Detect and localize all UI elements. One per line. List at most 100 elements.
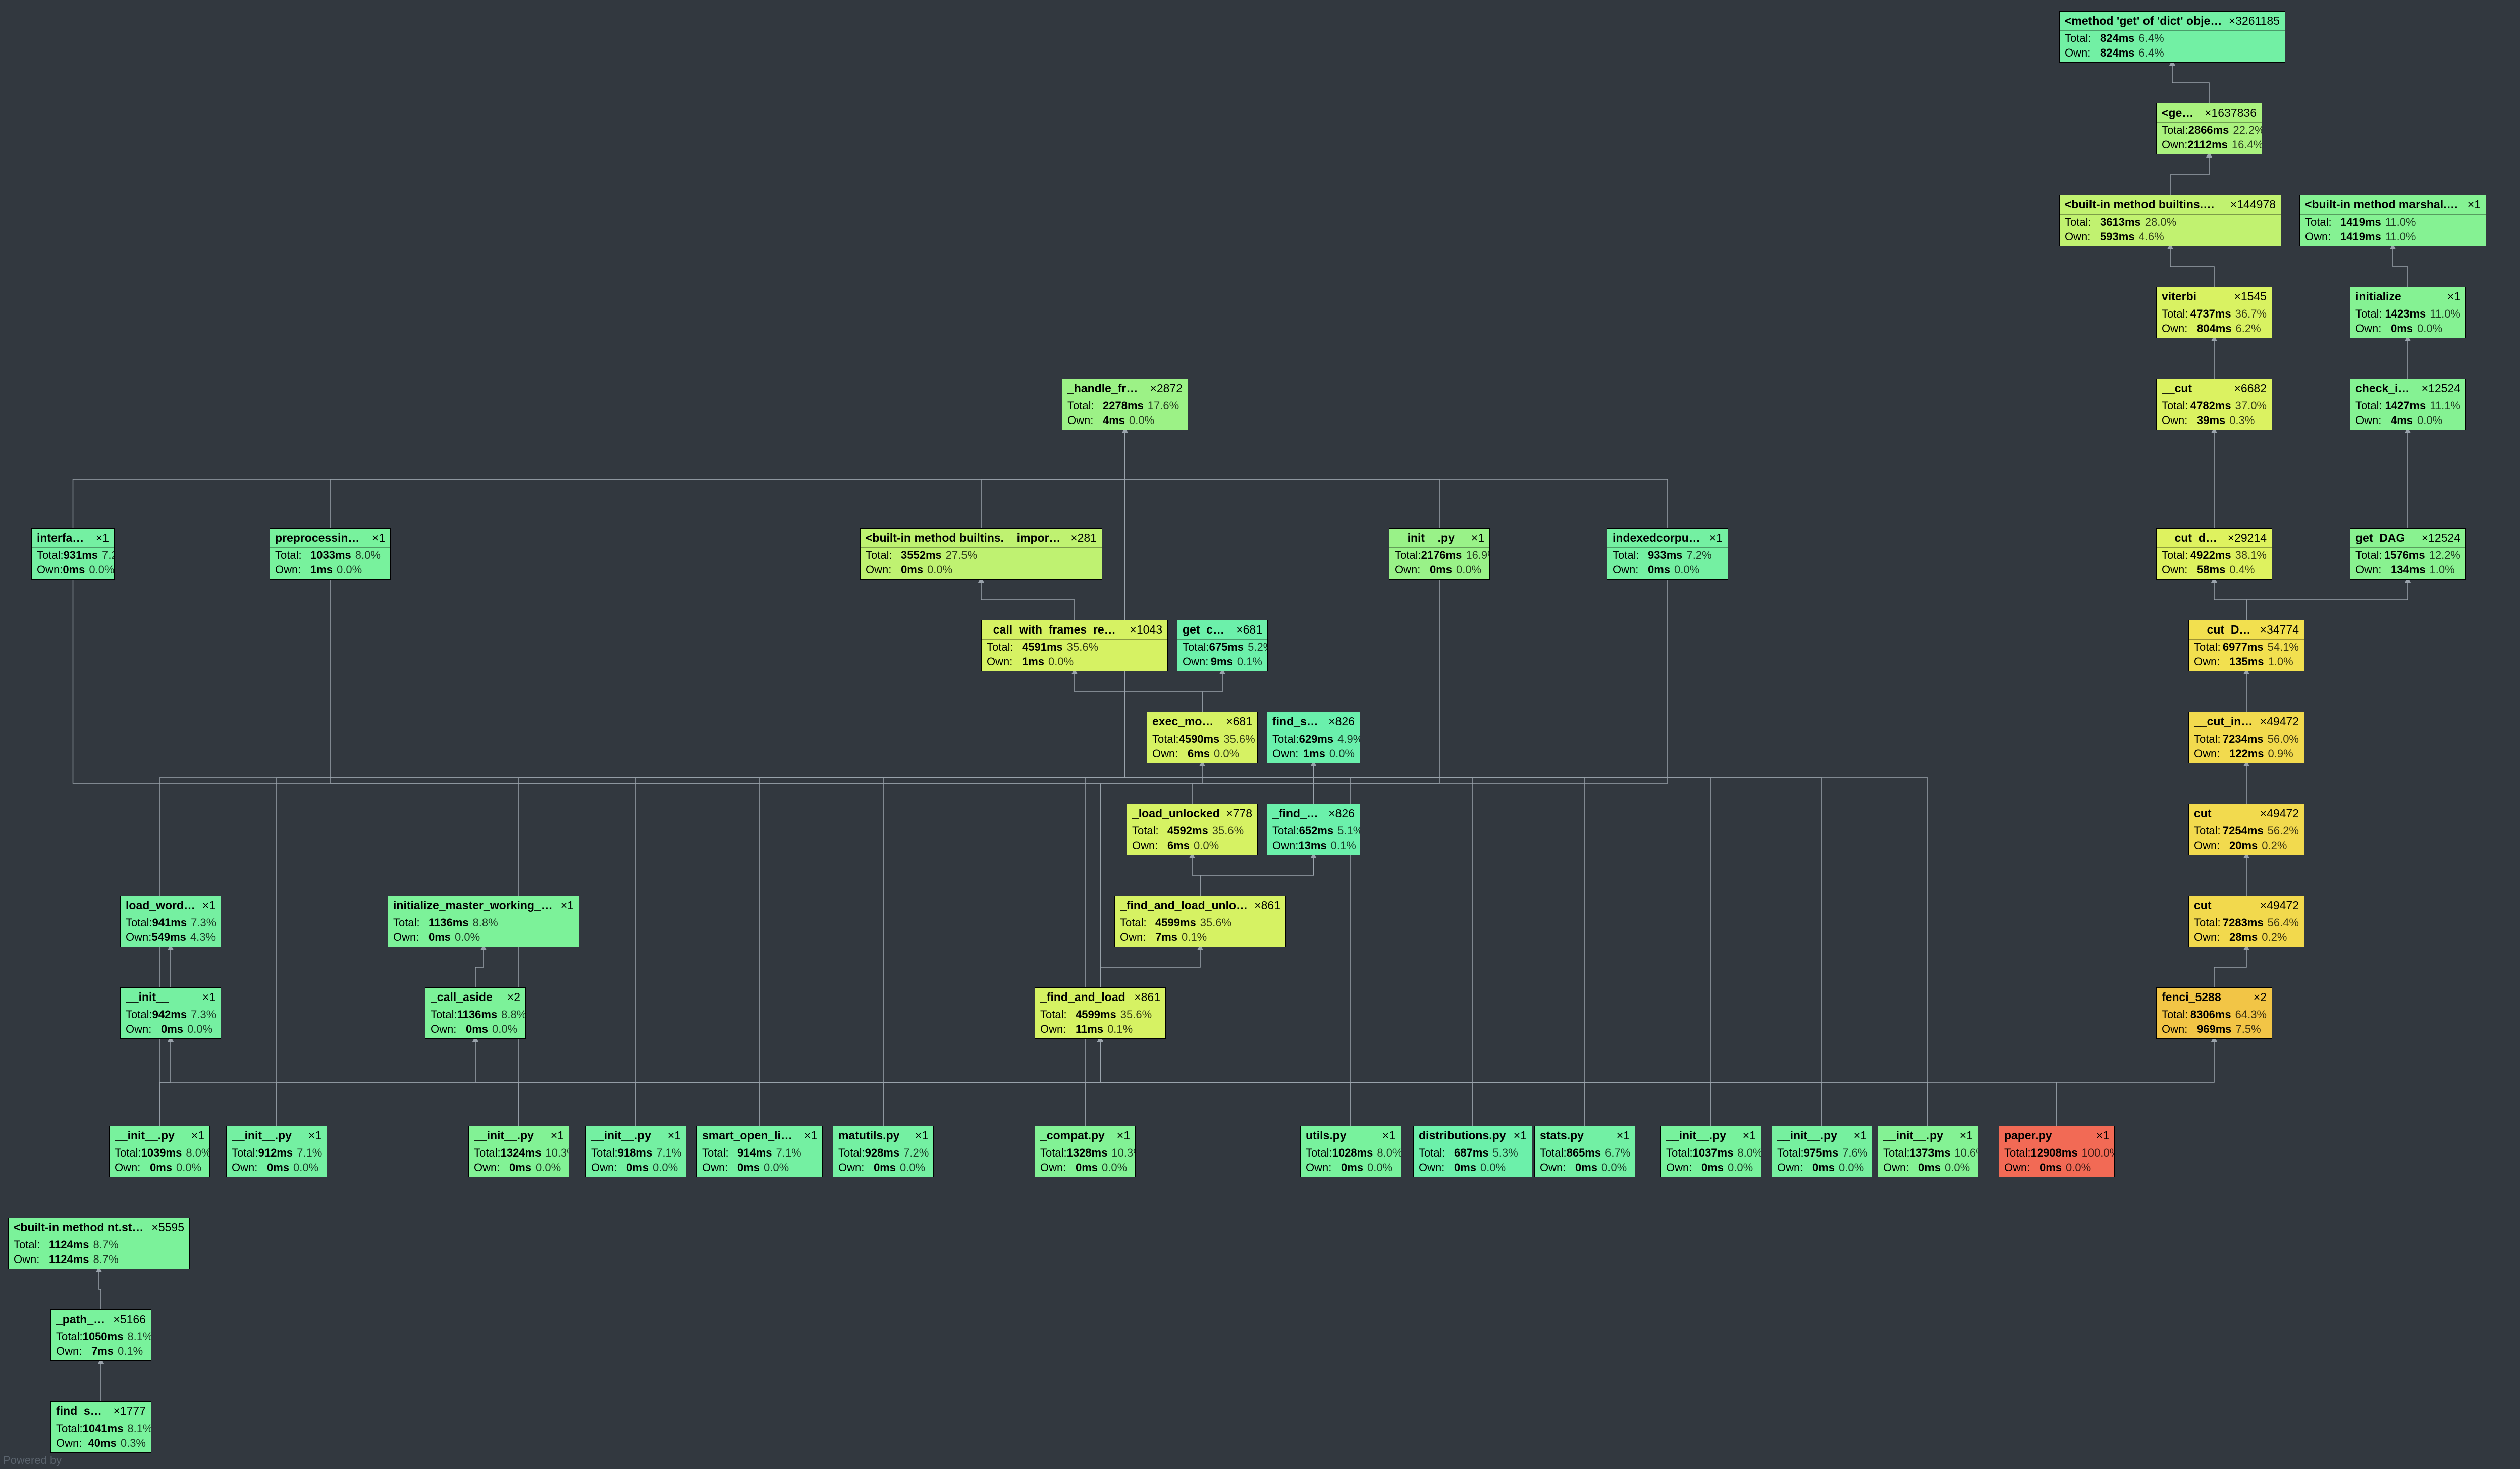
profiler-node[interactable]: load_word_tag×1Total:941ms7.3%Own:549ms4… xyxy=(120,896,221,947)
node-total-pct: 11.0% xyxy=(2385,215,2416,229)
node-call-count: ×144978 xyxy=(2230,197,2276,212)
profiler-node[interactable]: _call_aside×2Total:1136ms8.8%Own:0ms0.0% xyxy=(425,987,526,1039)
node-call-count: ×681 xyxy=(1236,622,1262,637)
node-total-pct: 100.0% xyxy=(2082,1146,2115,1160)
node-call-count: ×1 xyxy=(1117,1128,1130,1143)
node-total-pct: 7.2% xyxy=(1687,548,1712,562)
node-total-pct: 5.1% xyxy=(1337,824,1360,838)
call-edge xyxy=(760,1039,1100,1126)
profiler-node[interactable]: __cut_detail×29214Total:4922ms38.1%Own:5… xyxy=(2156,528,2272,580)
node-total-time: 4599ms xyxy=(1155,916,1196,930)
node-own-time: 4ms xyxy=(1103,413,1125,428)
node-total-pct: 7.2% xyxy=(102,548,115,562)
profiler-node[interactable]: <built-in method builtins.__import__>×28… xyxy=(860,528,1102,580)
profiler-node[interactable]: __cut×6682Total:4782ms37.0%Own:39ms0.3% xyxy=(2156,379,2272,430)
node-own-time: 58ms xyxy=(2197,563,2225,577)
profiler-node[interactable]: viterbi×1545Total:4737ms36.7%Own:804ms6.… xyxy=(2156,287,2272,338)
profiler-node[interactable]: initialize_master_working_set×1Total:113… xyxy=(388,896,579,947)
node-own-pct: 0.0% xyxy=(492,1022,517,1036)
profiler-node[interactable]: indexedcorpus.py×1Total:933ms7.2%Own:0ms… xyxy=(1607,528,1728,580)
node-own-time: 1ms xyxy=(310,563,333,577)
profiler-node[interactable]: _call_with_frames_removed×1043Total:4591… xyxy=(981,620,1168,671)
node-call-count: ×1 xyxy=(372,531,385,545)
node-own-pct: 4.3% xyxy=(190,930,216,945)
profiler-node[interactable]: __cut_DAG×34774Total:6977ms54.1%Own:135m… xyxy=(2188,620,2304,671)
node-own-pct: 0.0% xyxy=(337,563,362,577)
profiler-node[interactable]: _find_spec×826Total:652ms5.1%Own:13ms0.1… xyxy=(1267,804,1360,855)
profiler-node[interactable]: __init__.py×1Total:912ms7.1%Own:0ms0.0% xyxy=(226,1126,327,1177)
node-function-name: <built-in method marshal.load> xyxy=(2305,197,2461,212)
call-edge xyxy=(99,1269,101,1309)
node-total-pct: 22.2% xyxy=(2233,123,2262,137)
profiler-node[interactable]: interfaces.py×1Total:931ms7.2%Own:0ms0.0… xyxy=(31,528,115,580)
node-total-time: 4737ms xyxy=(2190,307,2231,321)
node-total-time: 1419ms xyxy=(2340,215,2381,229)
profiler-node[interactable]: <built-in method nt.stat>×5595Total:1124… xyxy=(8,1218,190,1269)
profiler-node[interactable]: _handle_fromlist×2872Total:2278ms17.6%Ow… xyxy=(1062,379,1188,430)
node-own-time: 39ms xyxy=(2197,413,2225,428)
profiler-node[interactable]: fenci_5288×2Total:8306ms64.3%Own:969ms7.… xyxy=(2156,987,2272,1039)
node-total-time: 4782ms xyxy=(2190,399,2231,413)
node-own-pct: 8.7% xyxy=(93,1252,119,1267)
profiler-node[interactable]: find_spec×1777Total:1041ms8.1%Own:40ms0.… xyxy=(50,1401,151,1453)
profiler-node[interactable]: cut×49472Total:7254ms56.2%Own:20ms0.2% xyxy=(2188,804,2304,855)
profiler-node[interactable]: exec_module×681Total:4590ms35.6%Own:6ms0… xyxy=(1147,712,1258,763)
profiler-node[interactable]: __cut_internal×49472Total:7234ms56.0%Own… xyxy=(2188,712,2304,763)
profiler-node[interactable]: __init__.py×1Total:1324ms10.3%Own:0ms0.0… xyxy=(468,1126,569,1177)
profiler-node[interactable]: stats.py×1Total:865ms6.7%Own:0ms0.0% xyxy=(1534,1126,1635,1177)
profiler-node[interactable]: _path_stat×5166Total:1050ms8.1%Own:7ms0.… xyxy=(50,1309,151,1361)
profiler-node[interactable]: __init__.py×1Total:1037ms8.0%Own:0ms0.0% xyxy=(1660,1126,1761,1177)
profiler-node[interactable]: <built-in method marshal.load>×1Total:14… xyxy=(2299,195,2486,246)
profiler-node[interactable]: initialize×1Total:1423ms11.0%Own:0ms0.0% xyxy=(2350,287,2466,338)
profiler-node[interactable]: __init__×1Total:942ms7.3%Own:0ms0.0% xyxy=(120,987,221,1039)
profiler-node[interactable]: _compat.py×1Total:1328ms10.3%Own:0ms0.0% xyxy=(1035,1126,1136,1177)
call-edge xyxy=(1125,430,1585,1126)
node-own-pct: 0.1% xyxy=(1331,838,1356,853)
node-function-name: __cut_DAG xyxy=(2194,622,2254,637)
profiler-node[interactable]: smart_open_lib.py×1Total:914ms7.1%Own:0m… xyxy=(696,1126,823,1177)
node-total-time: 1373ms xyxy=(1910,1146,1951,1160)
node-total-pct: 8.1% xyxy=(127,1330,151,1344)
profiler-node[interactable]: <method 'get' of 'dict' objects>×3261185… xyxy=(2059,11,2285,63)
profiler-node[interactable]: utils.py×1Total:1028ms8.0%Own:0ms0.0% xyxy=(1300,1126,1401,1177)
profiler-node[interactable]: paper.py×1Total:12908ms100.0%Own:0ms0.0% xyxy=(1999,1126,2115,1177)
node-call-count: ×1 xyxy=(1617,1128,1630,1143)
node-own-time: 0ms xyxy=(1454,1161,1476,1175)
node-total-pct: 7.2% xyxy=(903,1146,929,1160)
profiler-node[interactable]: __init__.py×1Total:918ms7.1%Own:0ms0.0% xyxy=(585,1126,686,1177)
profiler-node[interactable]: cut×49472Total:7283ms56.4%Own:28ms0.2% xyxy=(2188,896,2304,947)
node-function-name: _call_aside xyxy=(431,990,493,1005)
node-function-name: paper.py xyxy=(2004,1128,2052,1143)
node-total-time: 3613ms xyxy=(2100,215,2141,229)
node-call-count: ×1 xyxy=(191,1128,204,1143)
profiler-call-graph[interactable]: <method 'get' of 'dict' objects>×3261185… xyxy=(0,0,2520,1469)
node-total-pct: 7.1% xyxy=(656,1146,681,1160)
profiler-node[interactable]: _find_and_load×861Total:4599ms35.6%Own:1… xyxy=(1035,987,1166,1039)
profiler-node[interactable]: check_initialized×12524Total:1427ms11.1%… xyxy=(2350,379,2466,430)
profiler-node[interactable]: distributions.py×1Total:687ms5.3%Own:0ms… xyxy=(1413,1126,1532,1177)
node-own-time: 0ms xyxy=(150,1161,172,1175)
profiler-node[interactable]: get_DAG×12524Total:1576ms12.2%Own:134ms1… xyxy=(2350,528,2466,580)
node-call-count: ×778 xyxy=(1226,806,1252,821)
node-call-count: ×281 xyxy=(1070,531,1097,545)
profiler-node[interactable]: __init__.py×1Total:1373ms10.6%Own:0ms0.0… xyxy=(1878,1126,1978,1177)
profiler-node[interactable]: get_code×681Total:675ms5.2%Own:9ms0.1% xyxy=(1177,620,1268,671)
profiler-node[interactable]: <genexpr>×1637836Total:2866ms22.2%Own:21… xyxy=(2156,103,2262,154)
profiler-node[interactable]: __init__.py×1Total:975ms7.6%Own:0ms0.0% xyxy=(1772,1126,1872,1177)
profiler-node[interactable]: preprocessing.py×1Total:1033ms8.0%Own:1m… xyxy=(270,528,391,580)
call-edge xyxy=(1125,430,1928,1126)
profiler-node[interactable]: matutils.py×1Total:928ms7.2%Own:0ms0.0% xyxy=(833,1126,934,1177)
profiler-node[interactable]: <built-in method builtins.max>×144978Tot… xyxy=(2059,195,2281,246)
call-edge xyxy=(330,528,1100,1039)
node-function-name: matutils.py xyxy=(838,1128,899,1143)
profiler-node[interactable]: _load_unlocked×778Total:4592ms35.6%Own:6… xyxy=(1127,804,1258,855)
node-call-count: ×1 xyxy=(2096,1128,2109,1143)
node-function-name: __cut xyxy=(2162,381,2192,396)
profiler-node[interactable]: find_spec×826Total:629ms4.9%Own:1ms0.0% xyxy=(1267,712,1360,763)
profiler-node[interactable]: __init__.py×1Total:1039ms8.0%Own:0ms0.0% xyxy=(109,1126,210,1177)
profiler-node[interactable]: __init__.py×1Total:2176ms16.9%Own:0ms0.0… xyxy=(1389,528,1490,580)
profiler-node[interactable]: _find_and_load_unlocked×861Total:4599ms3… xyxy=(1114,896,1286,947)
node-own-time: 969ms xyxy=(2197,1022,2232,1036)
node-own-time: 1419ms xyxy=(2340,230,2381,244)
node-function-name: __init__.py xyxy=(474,1128,534,1143)
